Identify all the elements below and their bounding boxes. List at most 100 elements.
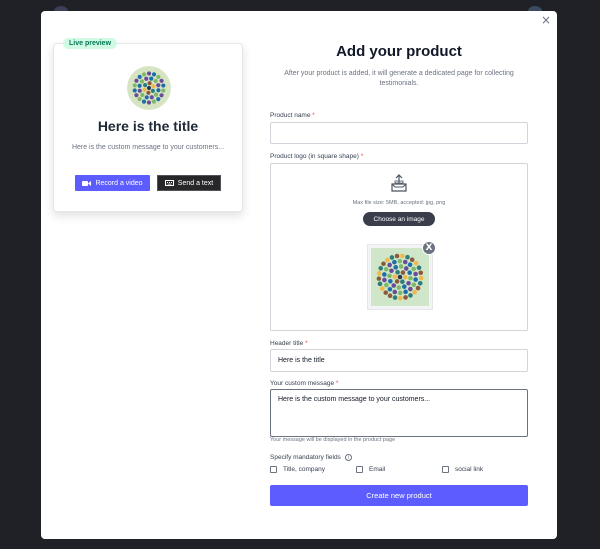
custom-message-label: Your custom message * [270,380,339,387]
mosaic-photo-dot [397,290,403,296]
mosaic-photo-dot [385,257,390,263]
mosaic-photo-dot [403,295,408,300]
video-camera-icon [82,180,92,186]
mosaic-photo-dot [380,286,385,291]
mosaic-photo-dot [376,276,382,281]
checkbox-email[interactable]: Email [356,466,385,473]
mosaic-photo-dot [146,71,152,76]
mosaic-photo-dot [137,74,142,79]
mosaic-photo-dot [396,285,402,290]
mosaic-photo-dot [151,83,156,89]
mosaic-photo-dot [405,254,410,260]
mandatory-fields-label: Specify mandatory fields i [270,454,352,461]
mosaic-photo-dot [383,290,389,295]
checkbox-box[interactable] [356,466,363,473]
mosaic-photo-dot [403,266,409,271]
checkbox-social-link[interactable]: social link [442,466,483,473]
checkbox-label: Email [369,466,386,473]
mosaic-photo-dot [395,269,400,275]
mosaic-photo-dot [159,93,164,98]
product-name-input[interactable] [270,122,528,144]
mosaic-photo-dot [132,88,137,93]
mosaic-photo-dot [146,85,152,91]
mosaic-photo-dot [394,253,400,259]
mosaic-photo-dot [403,289,408,295]
upload-tray-icon [391,174,407,192]
mosaic-photo-dot [413,277,418,282]
mosaic-photo-dot [400,253,405,259]
mosaic-photo-dot [392,259,397,265]
mosaic-photo-dot [412,289,417,295]
mosaic-photo-dot [140,92,145,98]
custom-message-textarea[interactable]: Here is the custom message to your custo… [270,389,528,437]
required-mark: * [312,112,315,119]
mosaic-photo-dot [411,282,417,288]
live-preview-badge: Live preview [63,38,118,49]
mosaic-photo-dot [400,279,405,285]
checkbox-box[interactable] [270,466,277,473]
mosaic-photo-dot [377,281,383,287]
product-name-label: Product name * [270,112,315,119]
close-icon[interactable]: × [541,13,551,27]
mosaic-photo-dot [161,88,166,93]
preview-logo [127,66,171,110]
mosaic-photo-dot [159,78,164,83]
mosaic-photo-dot [156,83,161,88]
mosaic-photo-dot [156,74,161,80]
mosaic-photo-dot [147,81,152,86]
record-video-button[interactable]: Record a video [75,175,150,191]
mosaic-photo-dot [406,280,411,286]
mosaic-photo-dot [408,293,413,298]
mosaic-photo-dot [387,262,392,268]
mosaic-photo-dot [401,284,407,289]
mosaic-photo-dot [389,268,394,274]
mosaic-photo-dot [391,283,397,288]
mosaic-photo-dot [389,255,395,260]
mosaic-photo-dot [382,272,387,277]
mosaic-photo-dot [402,274,408,280]
mosaic-photo-dot [415,285,421,291]
preview-message: Here is the custom message to your custo… [71,144,225,151]
live-preview-card: Live preview Here is the title Here is t… [53,38,243,212]
mosaic-photo-dot [144,95,149,100]
create-product-button[interactable]: Create new product [270,485,528,506]
send-text-label: Send a text [177,179,214,187]
checkbox-label: social link [455,466,484,473]
mosaic-photo-dot [146,90,151,95]
logo-thumbnail [367,244,433,310]
mosaic-photo-dot [143,83,148,88]
mosaic-photo-dot [376,271,382,276]
mosaic-photo-dot [142,72,147,77]
keyboard-icon [164,180,174,186]
mosaic-photo-dot [398,264,404,269]
mosaic-photo-dot [402,259,408,265]
mosaic-photo-dot [137,88,142,93]
mosaic-photo-dot [141,99,147,104]
mosaic-photo-dot [150,88,155,93]
mosaic-photo-dot [134,78,139,83]
required-mark: * [360,153,364,160]
info-icon[interactable]: i [344,454,352,461]
send-text-button[interactable]: Send a text [157,175,221,191]
logo-upload-area[interactable]: Max file size: 5MB, accepted: jpg, png C… [270,163,528,331]
mosaic-photo-dot [407,270,412,276]
mosaic-photo-dot [416,265,422,271]
mosaic-photo-dot [387,293,393,298]
upload-hint: Max file size: 5MB, accepted: jpg, png [352,200,446,206]
record-video-label: Record a video [95,179,143,187]
mosaic-photo-dot [149,76,154,81]
mosaic-photo-dot [397,258,403,264]
choose-image-button[interactable]: Choose an image [363,212,435,226]
checkbox-title-company[interactable]: Title, company [270,466,325,473]
checkbox-box[interactable] [442,466,449,473]
mosaic-photo-dot [418,275,424,281]
mosaic-photo-dot [139,79,145,84]
add-product-modal: × Live preview Here is the title Here is… [41,11,557,539]
mosaic-photo-dot [378,265,384,271]
mosaic-photo-dot [411,266,416,272]
header-title-input[interactable]: Here is the title [270,349,528,372]
remove-image-button[interactable]: X [422,241,436,255]
mosaic-photo-dot [392,295,398,300]
checkbox-label: Title, company [283,466,326,473]
preview-title: Here is the title [97,118,199,134]
